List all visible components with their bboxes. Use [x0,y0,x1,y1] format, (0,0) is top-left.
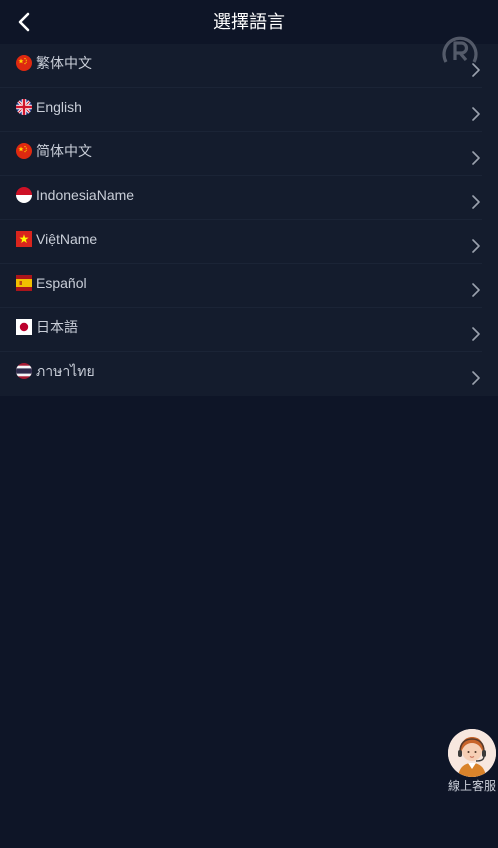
language-label: 日本語 [36,319,78,335]
spain-flag-icon [16,275,32,291]
language-label: Español [36,275,87,291]
language-label: ViệtName [36,231,98,247]
page-title: 選擇語言 [213,12,285,32]
language-label: 繁体中文 [36,55,92,71]
language-label: English [36,99,82,115]
chevron-right-icon [472,327,480,341]
online-support-button[interactable]: 線上客服 [446,729,498,799]
language-label: 简体中文 [36,143,92,159]
chevron-right-icon [472,239,480,253]
language-row-indonesian[interactable]: IndonesiaName [0,176,482,220]
uk-flag-icon [16,99,32,115]
language-row-traditional-chinese[interactable]: 繁体中文 [0,44,482,88]
indonesia-flag-icon [16,187,32,203]
top-bar: 選擇語言 [0,0,498,44]
japan-flag-icon [16,319,32,335]
language-row-english[interactable]: English [0,88,482,132]
chevron-right-icon [472,283,480,297]
language-row-vietnamese[interactable]: ViệtName [0,220,482,264]
vietnam-flag-icon [16,231,32,247]
china-flag-icon [16,55,32,71]
thailand-flag-icon [16,363,32,379]
language-row-spanish[interactable]: Español [0,264,482,308]
language-row-japanese[interactable]: 日本語 [0,308,482,352]
chevron-right-icon [472,151,480,165]
registered-mark-icon [442,36,478,63]
language-row-simplified-chinese[interactable]: 简体中文 [0,132,482,176]
china-flag-icon [16,143,32,159]
customer-service-avatar-icon [448,729,496,777]
chevron-right-icon [472,371,480,385]
online-support-label: 線上客服 [447,779,496,793]
language-list: 繁体中文 English 简体中文 IndonesiaName ViệtName [0,44,498,396]
language-label: IndonesiaName [36,187,135,203]
language-label: ภาษาไทย [36,363,95,379]
chevron-right-icon [472,107,480,121]
language-row-thai[interactable]: ภาษาไทย [0,352,482,396]
chevron-right-icon [472,195,480,209]
